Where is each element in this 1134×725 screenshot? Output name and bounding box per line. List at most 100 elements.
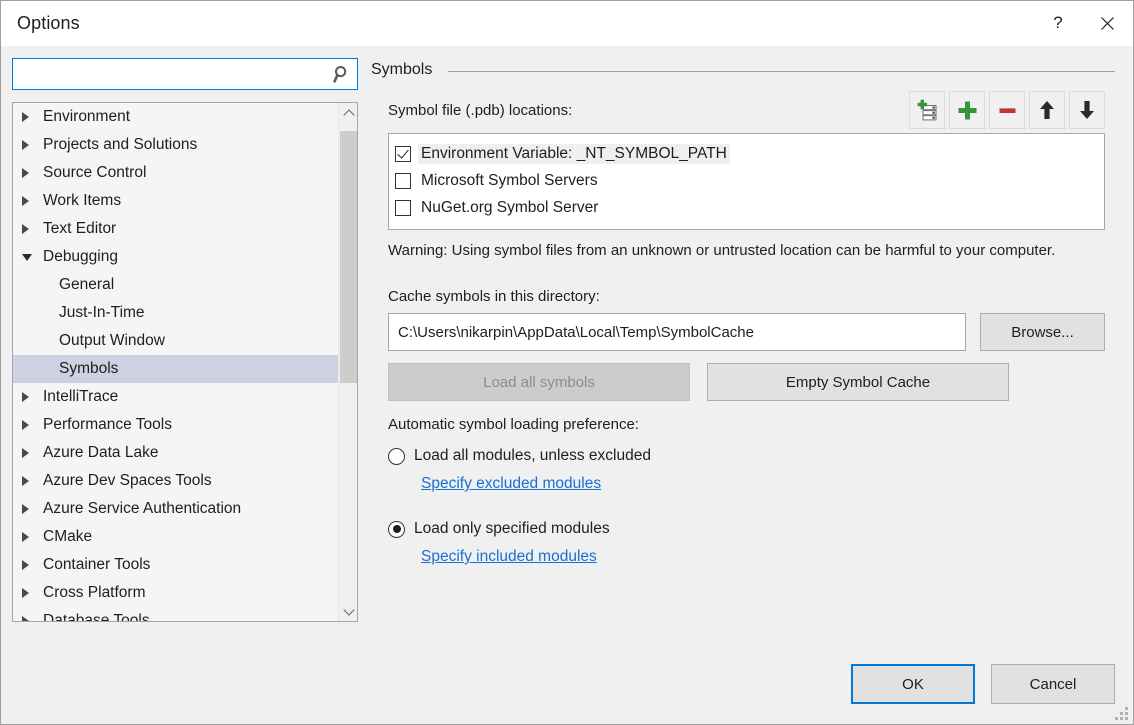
sidebar-item-debugging[interactable]: Debugging <box>13 243 338 271</box>
dialog-footer: OK Cancel <box>1 652 1133 724</box>
sidebar-item-text-editor[interactable]: Text Editor <box>13 215 338 243</box>
grip-dot <box>1125 717 1128 720</box>
loading-preference-radio-group: Load all modules, unless excluded Specify… <box>388 443 651 572</box>
chevron-right-icon[interactable] <box>22 448 39 458</box>
sidebar-item-cmake[interactable]: CMake <box>13 523 338 551</box>
close-icon[interactable] <box>1081 1 1133 45</box>
search-box[interactable] <box>12 58 358 90</box>
expander-glyph <box>22 112 29 122</box>
move-down-icon[interactable] <box>1069 91 1105 129</box>
sidebar-item-label: Work Items <box>43 192 121 210</box>
search-input[interactable] <box>13 59 327 89</box>
resize-grip[interactable] <box>1115 707 1129 721</box>
add-icon[interactable] <box>949 91 985 129</box>
link-row: Specify included modules <box>388 542 651 572</box>
expander-glyph <box>22 168 29 178</box>
chevron-right-icon[interactable] <box>22 560 39 570</box>
radio-selected-icon[interactable] <box>388 521 405 538</box>
chevron-down-icon[interactable] <box>22 254 39 261</box>
symbol-locations-list[interactable]: Environment Variable: _NT_SYMBOL_PATH Mic… <box>388 133 1105 230</box>
symbol-warning-text: Warning: Using symbol files from an unkn… <box>388 240 1105 261</box>
plus-glyph <box>957 100 978 121</box>
sidebar-item-performance-tools[interactable]: Performance Tools <box>13 411 338 439</box>
sidebar-item-just-in-time[interactable]: Just-In-Time <box>13 299 338 327</box>
list-item-label: Microsoft Symbol Servers <box>418 171 601 191</box>
sidebar-item-label: Container Tools <box>43 556 150 574</box>
chevron-right-icon[interactable] <box>22 168 39 178</box>
checkbox-checked-icon[interactable] <box>395 146 411 162</box>
sidebar-item-label: Projects and Solutions <box>43 136 197 154</box>
sidebar-item-projects-and-solutions[interactable]: Projects and Solutions <box>13 131 338 159</box>
chevron-right-icon[interactable] <box>22 140 39 150</box>
tree-scrollbar[interactable] <box>338 103 357 621</box>
chevron-right-icon[interactable] <box>22 196 39 206</box>
ok-button[interactable]: OK <box>851 664 975 704</box>
sidebar-item-azure-data-lake[interactable]: Azure Data Lake <box>13 439 338 467</box>
sidebar-item-container-tools[interactable]: Container Tools <box>13 551 338 579</box>
arrow-down-glyph <box>1077 99 1097 121</box>
chevron-right-icon[interactable] <box>22 588 39 598</box>
remove-icon[interactable] <box>989 91 1025 129</box>
list-item[interactable]: Microsoft Symbol Servers <box>395 167 1098 194</box>
sidebar-item-cross-platform[interactable]: Cross Platform <box>13 579 338 607</box>
sidebar-item-source-control[interactable]: Source Control <box>13 159 338 187</box>
sidebar-item-azure-dev-spaces-tools[interactable]: Azure Dev Spaces Tools <box>13 467 338 495</box>
checkbox-icon[interactable] <box>395 200 411 216</box>
expander-glyph <box>22 140 29 150</box>
sidebar-item-general[interactable]: General <box>13 271 338 299</box>
sidebar-item-label: Performance Tools <box>43 416 172 434</box>
help-icon[interactable]: ? <box>1035 1 1081 45</box>
cache-directory-row: Browse... <box>388 313 1105 351</box>
dialog-body: Environment Projects and Solutions Source … <box>1 46 1133 724</box>
sidebar-item-environment[interactable]: Environment <box>13 103 338 131</box>
radio-load-all-modules[interactable]: Load all modules, unless excluded <box>388 443 651 469</box>
empty-symbol-cache-button[interactable]: Empty Symbol Cache <box>707 363 1009 401</box>
sidebar-item-label: Azure Data Lake <box>43 444 158 462</box>
grip-dot <box>1115 717 1118 720</box>
arrow-up-glyph <box>1037 99 1057 121</box>
chevron-right-icon[interactable] <box>22 392 39 402</box>
sidebar-item-symbols[interactable]: Symbols <box>13 355 338 383</box>
chevron-right-icon[interactable] <box>22 504 39 514</box>
chevron-right-icon[interactable] <box>22 420 39 430</box>
expander-glyph <box>22 448 29 458</box>
specify-included-modules-link[interactable]: Specify included modules <box>421 548 597 566</box>
sidebar-item-output-window[interactable]: Output Window <box>13 327 338 355</box>
expander-glyph <box>22 420 29 430</box>
sidebar-item-intellitrace[interactable]: IntelliTrace <box>13 383 338 411</box>
radio-load-only-specified-modules[interactable]: Load only specified modules <box>388 516 651 542</box>
chevron-right-icon[interactable] <box>22 616 39 621</box>
sidebar-item-azure-service-authentication[interactable]: Azure Service Authentication <box>13 495 338 523</box>
radio-icon[interactable] <box>388 448 405 465</box>
expander-glyph <box>22 616 29 621</box>
chevron-up-glyph <box>343 109 354 120</box>
scroll-up-icon[interactable] <box>339 103 358 123</box>
scroll-down-icon[interactable] <box>339 601 358 621</box>
sidebar-item-work-items[interactable]: Work Items <box>13 187 338 215</box>
loading-preference-label: Automatic symbol loading preference: <box>388 416 639 433</box>
server-plus-glyph <box>916 99 938 121</box>
expander-glyph <box>22 196 29 206</box>
cancel-button[interactable]: Cancel <box>991 664 1115 704</box>
cache-directory-input[interactable] <box>388 313 966 351</box>
expander-glyph <box>22 504 29 514</box>
list-item[interactable]: Environment Variable: _NT_SYMBOL_PATH <box>395 140 1098 167</box>
checkbox-icon[interactable] <box>395 173 411 189</box>
specify-excluded-modules-link[interactable]: Specify excluded modules <box>421 475 601 493</box>
chevron-right-icon[interactable] <box>22 476 39 486</box>
scrollbar-thumb[interactable] <box>340 131 357 383</box>
chevron-right-icon[interactable] <box>22 224 39 234</box>
sidebar-item-label: Azure Service Authentication <box>43 500 241 518</box>
browse-button[interactable]: Browse... <box>980 313 1105 351</box>
sidebar-item-label: Just-In-Time <box>59 304 145 322</box>
move-up-icon[interactable] <box>1029 91 1065 129</box>
chevron-right-icon[interactable] <box>22 112 39 122</box>
sidebar-item-database-tools[interactable]: Database Tools <box>13 607 338 621</box>
list-item[interactable]: NuGet.org Symbol Server <box>395 194 1098 221</box>
list-item-label: Environment Variable: _NT_SYMBOL_PATH <box>418 144 730 164</box>
search-icon[interactable] <box>327 59 357 89</box>
load-all-symbols-button[interactable]: Load all symbols <box>388 363 690 401</box>
chevron-right-icon[interactable] <box>22 532 39 542</box>
symbol-locations-toolbar <box>909 91 1105 129</box>
new-symbol-server-icon[interactable] <box>909 91 945 129</box>
